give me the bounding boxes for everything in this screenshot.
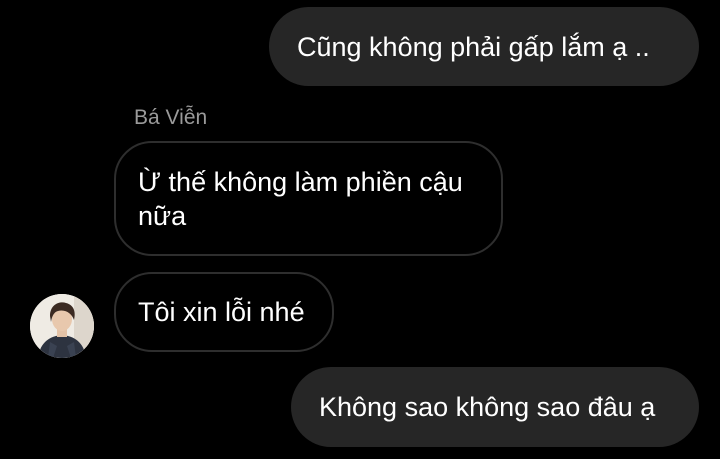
sender-name: Bá Viễn bbox=[134, 106, 208, 129]
message-text: Không sao không sao đâu ạ bbox=[319, 392, 656, 422]
user-avatar-icon bbox=[30, 294, 94, 358]
incoming-message[interactable]: Tôi xin lỗi nhé bbox=[114, 272, 334, 352]
message-text: Ừ thế không làm phiền cậu nữa bbox=[138, 167, 463, 231]
outgoing-message[interactable]: Cũng không phải gấp lắm ạ .. bbox=[269, 7, 699, 86]
message-text: Cũng không phải gấp lắm ạ .. bbox=[297, 31, 650, 62]
outgoing-message[interactable]: Không sao không sao đâu ạ bbox=[291, 367, 699, 447]
message-text: Tôi xin lỗi nhé bbox=[138, 297, 305, 327]
avatar[interactable] bbox=[30, 294, 94, 358]
incoming-message[interactable]: Ừ thế không làm phiền cậu nữa bbox=[114, 141, 503, 256]
